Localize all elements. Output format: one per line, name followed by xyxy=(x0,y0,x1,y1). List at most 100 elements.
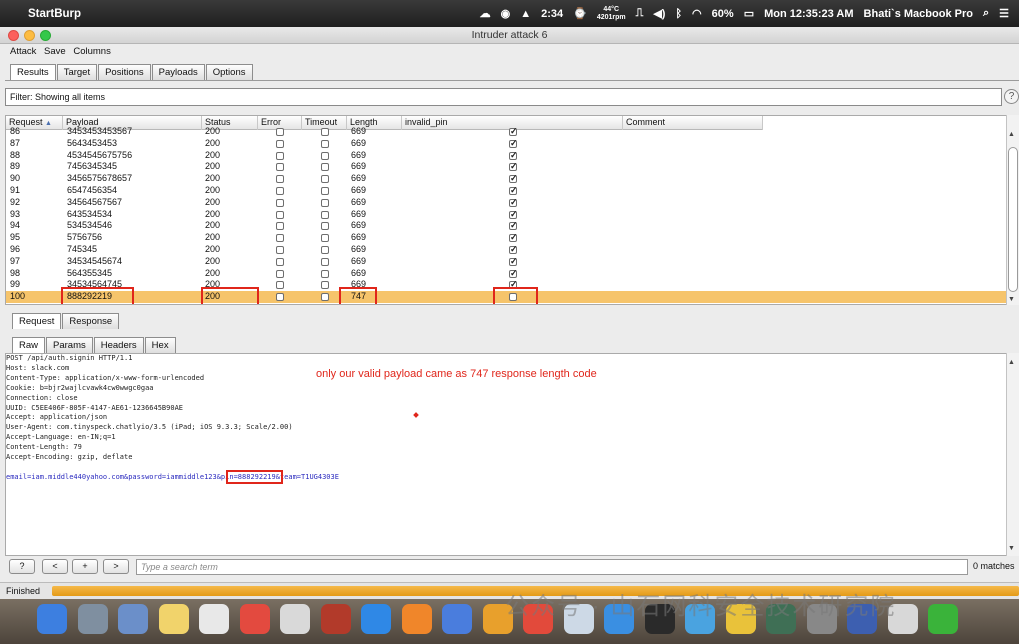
cell-request: 97 xyxy=(10,255,21,266)
error-checkbox xyxy=(276,128,284,136)
invalid-pin-checkbox xyxy=(509,256,518,268)
table-row[interactable]: 89 7456345345 200 669 xyxy=(6,161,1006,173)
mysql-icon[interactable] xyxy=(320,604,351,634)
invalid-pin-checkbox xyxy=(509,244,518,256)
lock-icon[interactable]: ◉ xyxy=(501,7,511,20)
tab-hex[interactable]: Hex xyxy=(144,337,176,353)
timer-icon[interactable]: ⌚ xyxy=(573,7,587,20)
trash-icon[interactable] xyxy=(928,604,958,634)
invalid-pin-checkbox xyxy=(509,173,518,185)
menu-attack[interactable]: Attack xyxy=(10,46,36,57)
message-tabs: Request Response xyxy=(12,313,120,329)
cell-length: 669 xyxy=(351,255,367,266)
table-row[interactable]: 97 34534545674 200 669 xyxy=(6,255,1006,268)
table-row[interactable]: 98 564355345 200 669 xyxy=(6,267,1006,280)
table-row[interactable]: 87 5643453453 200 669 xyxy=(6,137,1006,150)
invalid-pin-checkbox xyxy=(509,209,518,220)
minimize-window-button[interactable] xyxy=(24,30,35,41)
clock[interactable]: Mon 12:35:23 AM xyxy=(764,8,853,20)
status-text: Finished xyxy=(6,586,41,596)
help-button[interactable]: ? xyxy=(9,559,35,574)
safari-icon[interactable] xyxy=(361,604,391,634)
results-scrollbar[interactable]: ▲ ▼ xyxy=(1006,115,1019,305)
scroll-down-icon[interactable]: ▼ xyxy=(1008,545,1015,552)
help-icon[interactable]: ? xyxy=(1004,89,1019,104)
menu-save[interactable]: Save xyxy=(44,46,66,57)
previous-button[interactable]: < xyxy=(42,559,68,574)
table-row[interactable]: 90 3456575678657 200 669 xyxy=(6,173,1006,185)
calendar-icon[interactable] xyxy=(280,604,310,634)
filter-bar[interactable]: Filter: Showing all items xyxy=(5,88,1002,106)
menubar-app-name[interactable]: StartBurp xyxy=(28,8,81,20)
request-scrollbar[interactable]: ▲ ▼ xyxy=(1006,353,1019,556)
airplay-icon[interactable]: ⎍ xyxy=(636,7,644,20)
search-input[interactable]: Type a search term xyxy=(136,559,968,575)
tab-params[interactable]: Params xyxy=(46,337,93,353)
request-line: Accept-Language: en-IN;q=1 xyxy=(6,433,116,442)
bluetooth-icon[interactable]: ᛒ xyxy=(675,8,682,20)
table-row[interactable]: 86 3453453453567 200 669 xyxy=(6,126,1006,138)
drive-icon[interactable]: ▲ xyxy=(520,8,531,20)
launchpad-icon[interactable] xyxy=(77,604,108,634)
scroll-down-icon[interactable]: ▼ xyxy=(1008,296,1015,303)
battery-icon[interactable]: ▭ xyxy=(744,7,754,20)
error-checkbox xyxy=(276,269,284,278)
volume-icon[interactable]: ◀) xyxy=(653,7,665,20)
preview-icon[interactable] xyxy=(118,604,148,634)
table-row[interactable]: 95 5756756 200 669 xyxy=(6,232,1006,244)
user-name[interactable]: Bhati`s Macbook Pro xyxy=(864,8,973,20)
tab-raw[interactable]: Raw xyxy=(12,337,46,353)
tab-options[interactable]: Options xyxy=(205,64,253,80)
cloud-icon[interactable]: ☁ xyxy=(480,7,491,20)
cell-request: 99 xyxy=(10,279,21,290)
window-title: Intruder attack 6 xyxy=(471,29,548,41)
notes-icon[interactable] xyxy=(158,604,189,634)
textedit-icon[interactable] xyxy=(199,604,229,634)
tab-request[interactable]: Request xyxy=(12,313,62,329)
tab-results[interactable]: Results xyxy=(10,64,56,80)
invalid-pin-checkbox xyxy=(509,161,518,173)
table-row[interactable]: 91 6547456354 200 669 xyxy=(6,185,1006,197)
menu-columns[interactable]: Columns xyxy=(73,46,111,57)
options-button[interactable]: + xyxy=(72,559,98,574)
request-editor[interactable]: POST /api/auth.signin HTTP/1.1 Host: slac… xyxy=(5,353,1007,556)
table-row[interactable]: 100 888292219 200 747 xyxy=(6,287,1006,304)
cell-length: 669 xyxy=(351,267,367,278)
cell-length: 669 xyxy=(351,149,367,160)
error-checkbox xyxy=(276,139,284,148)
zoom-window-button[interactable] xyxy=(40,30,51,41)
cell-length: 669 xyxy=(351,137,367,148)
table-row[interactable]: 96 745345 200 669 xyxy=(6,244,1006,256)
zoom-icon[interactable] xyxy=(442,604,472,634)
table-row[interactable]: 88 4534545675756 200 669 xyxy=(6,149,1006,162)
request-body: email=iam.middle440yahoo.com&password=ia… xyxy=(6,469,1006,484)
table-row[interactable]: 92 34564567567 200 669 xyxy=(6,197,1006,209)
close-window-button[interactable] xyxy=(8,30,19,41)
table-row[interactable]: 93 643534534 200 669 xyxy=(6,209,1006,221)
wifi-icon[interactable]: ◠ xyxy=(692,7,702,20)
tab-response[interactable]: Response xyxy=(62,313,120,329)
window-titlebar: Intruder attack 6 xyxy=(0,27,1019,44)
notification-icon[interactable]: ☰ xyxy=(999,7,1009,20)
tab-divider xyxy=(5,80,1019,81)
menubar-time: 2:34 xyxy=(541,7,564,20)
scroll-up-icon[interactable]: ▲ xyxy=(1008,359,1015,366)
error-checkbox xyxy=(276,234,284,243)
spotlight-icon[interactable]: ⌕ xyxy=(983,7,989,20)
cell-request: 100 xyxy=(10,291,26,302)
temp-readout: 44°C 4201rpm xyxy=(596,5,626,21)
photos-icon[interactable] xyxy=(239,604,270,634)
tab-headers[interactable]: Headers xyxy=(93,337,144,353)
main-tabs: Results Target Positions Payloads Option… xyxy=(10,64,254,80)
next-button[interactable]: > xyxy=(103,559,129,574)
cell-status: 200 xyxy=(205,173,221,184)
tab-target[interactable]: Target xyxy=(56,64,98,80)
table-row[interactable]: 94 534534546 200 669 xyxy=(6,220,1006,232)
firefox-icon[interactable] xyxy=(401,604,432,634)
finder-icon[interactable] xyxy=(37,604,67,634)
timeout-checkbox xyxy=(321,257,329,266)
scroll-thumb[interactable] xyxy=(1008,147,1018,292)
tab-positions[interactable]: Positions xyxy=(98,64,151,80)
tab-payloads[interactable]: Payloads xyxy=(151,64,205,80)
scroll-up-icon[interactable]: ▲ xyxy=(1008,131,1015,138)
